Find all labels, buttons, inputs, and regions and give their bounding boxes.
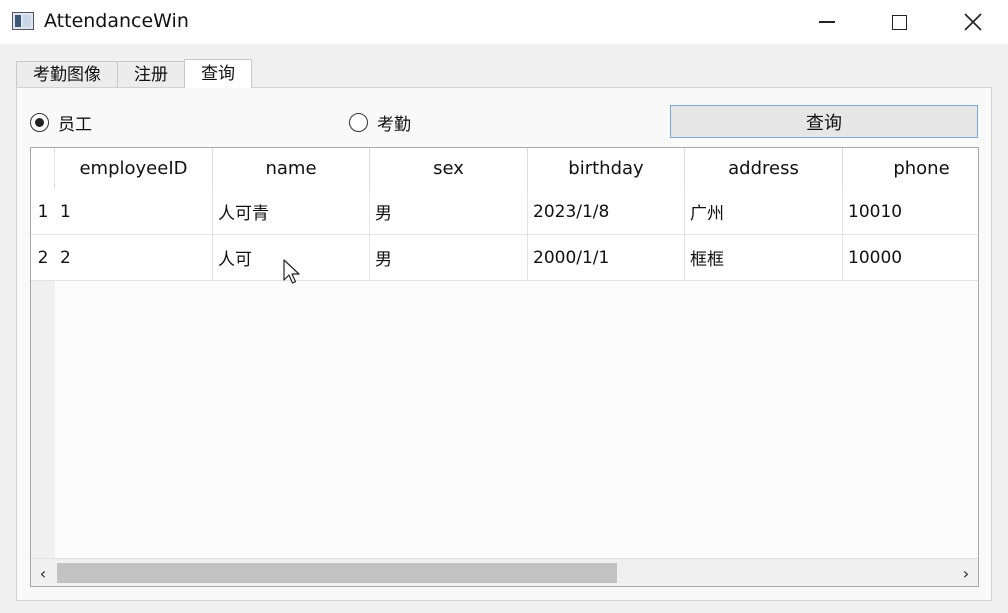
row-header[interactable]: 2 (31, 235, 55, 281)
tab-bar: 考勤图像 注册 查询 (16, 59, 252, 88)
row-header[interactable]: 1 (31, 189, 55, 235)
close-button[interactable] (938, 0, 1008, 44)
radio-employee-label: 员工 (58, 115, 92, 135)
window-title: AttendanceWin (44, 10, 189, 32)
table-cell[interactable]: 男 (370, 235, 528, 281)
close-icon (964, 13, 982, 31)
radio-attendance-label: 考勤 (377, 115, 411, 135)
table-corner[interactable] (31, 148, 55, 189)
radio-checked-icon (30, 113, 49, 132)
scroll-right-icon[interactable]: › (954, 559, 978, 586)
title-bar: AttendanceWin (0, 0, 1008, 44)
table-cell[interactable]: 2023/1/8 (528, 189, 685, 235)
table-cell[interactable]: 广州 (685, 189, 843, 235)
minimize-icon (819, 21, 835, 23)
column-header-phone[interactable]: phone (843, 148, 978, 189)
radio-attendance[interactable]: 考勤 (349, 110, 411, 135)
data-table[interactable]: employeeID name sex birthday address pho… (30, 147, 979, 587)
horizontal-scrollbar[interactable]: ‹ › (31, 558, 978, 586)
column-header-sex[interactable]: sex (370, 148, 528, 189)
table-cell[interactable]: 2000/1/1 (528, 235, 685, 281)
query-button[interactable]: 查询 (670, 105, 978, 138)
table-cell[interactable]: 人可青 (213, 189, 370, 235)
table-cell[interactable]: 男 (370, 189, 528, 235)
table-cell[interactable]: 1 (55, 189, 213, 235)
mouse-cursor-icon (283, 259, 300, 284)
radio-employee[interactable]: 员工 (30, 110, 92, 135)
column-header-birthday[interactable]: birthday (528, 148, 685, 189)
table-cell[interactable]: 10010 (843, 189, 978, 235)
minimize-button[interactable] (792, 0, 862, 44)
maximize-icon (891, 14, 907, 30)
table-cell[interactable]: 10000 (843, 235, 978, 281)
column-header-name[interactable]: name (213, 148, 370, 189)
tab-query[interactable]: 查询 (184, 59, 252, 88)
scrollbar-thumb[interactable] (57, 563, 617, 583)
column-header-address[interactable]: address (685, 148, 843, 189)
table-cell[interactable]: 框框 (685, 235, 843, 281)
scroll-left-icon[interactable]: ‹ (31, 559, 55, 586)
tab-register[interactable]: 注册 (117, 61, 185, 88)
table-cell[interactable]: 2 (55, 235, 213, 281)
maximize-button[interactable] (864, 0, 934, 44)
radio-unchecked-icon (349, 113, 368, 132)
app-icon (12, 12, 34, 30)
column-header-employeeid[interactable]: employeeID (55, 148, 213, 189)
tab-attendance-image[interactable]: 考勤图像 (16, 61, 118, 88)
